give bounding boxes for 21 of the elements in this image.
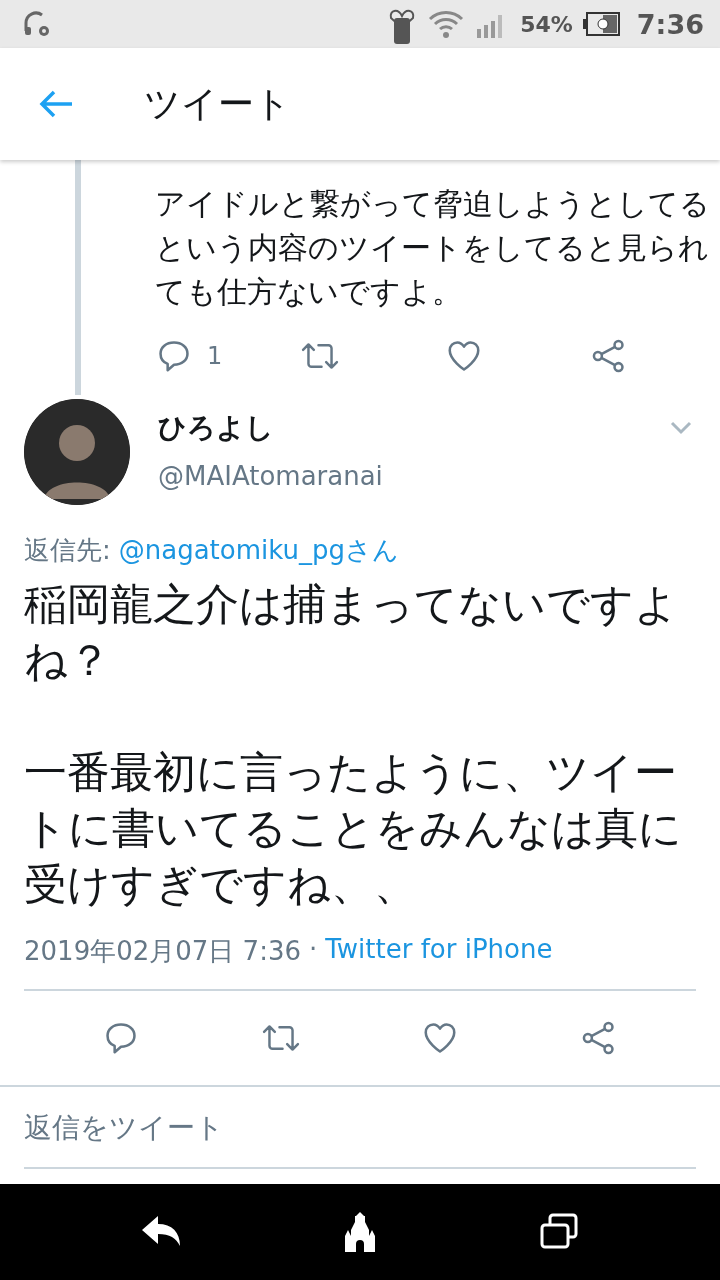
- battery-icon: [582, 12, 621, 36]
- user-handle: @MAIAtomaranai: [158, 461, 384, 491]
- tweet-paragraph: 稲岡龍之介は捕まってないですよね？: [24, 578, 679, 687]
- clock-time: 7:36: [636, 8, 704, 40]
- back-arrow-icon[interactable]: [38, 89, 74, 119]
- reply-to-label: 返信先:: [24, 534, 111, 567]
- reply-to-link[interactable]: @nagatomiku_pgさん: [118, 533, 399, 568]
- tweet-paragraph: 一番最初に言ったように、ツイートに書いてることをみんなは真に受けすぎですね、、: [24, 746, 683, 911]
- back-nav-icon[interactable]: [141, 1216, 180, 1248]
- wifi-icon: [428, 9, 465, 39]
- recent-apps-icon[interactable]: [540, 1213, 579, 1251]
- battery-percent: 54%: [520, 11, 573, 37]
- avatar[interactable]: [24, 399, 130, 505]
- source-link[interactable]: Twitter for iPhone: [325, 934, 553, 969]
- timestamp: 2019年02月07日 7:36: [24, 935, 301, 968]
- castle-icon[interactable]: [343, 1212, 377, 1252]
- screen-title: ツイート: [144, 81, 291, 126]
- user-name: ひろよし: [158, 410, 275, 446]
- separator-dot: ·: [309, 934, 318, 966]
- reply-count: 1: [207, 342, 223, 370]
- tweet-text: アイドルと繋がって脅迫しようとしてるという内容のツイートをしてると見られても仕方ないですよ。: [155, 185, 711, 311]
